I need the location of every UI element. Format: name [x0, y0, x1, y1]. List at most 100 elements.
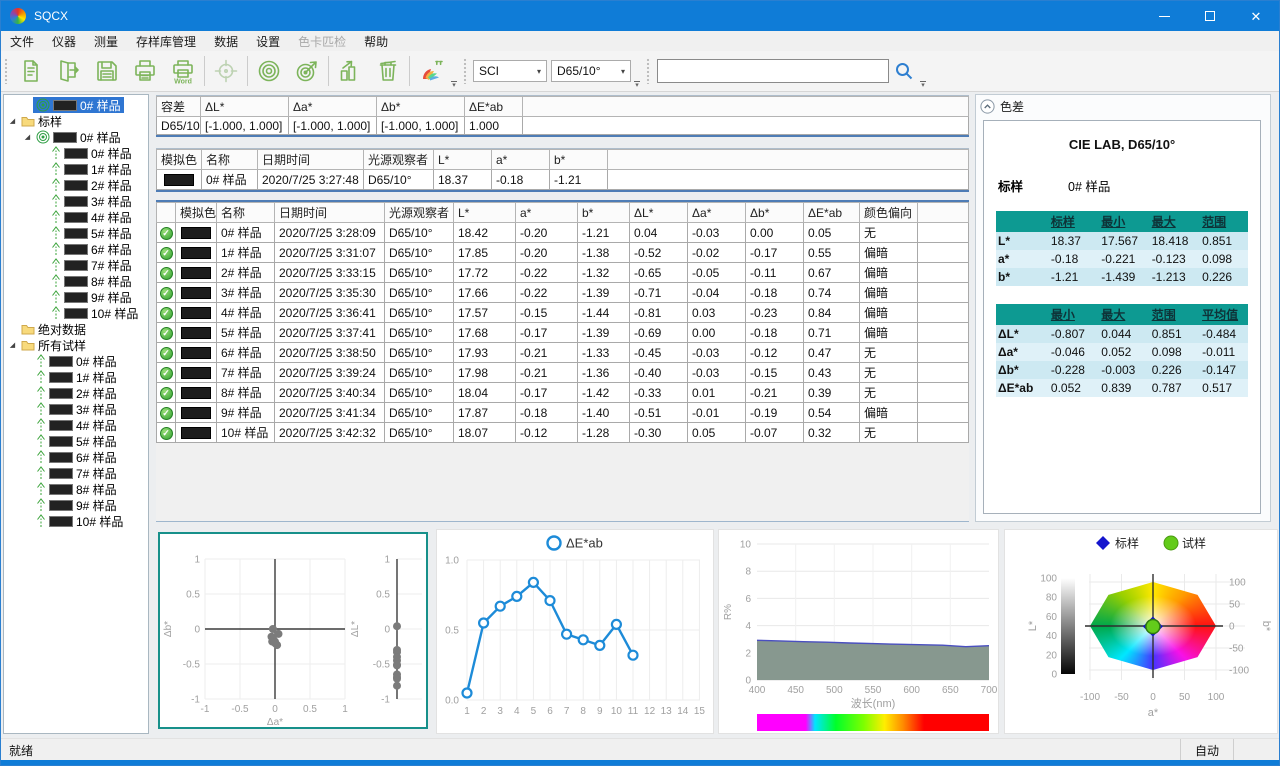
- menu-item-help[interactable]: 帮助: [355, 31, 397, 52]
- tree-item[interactable]: 0# 样品: [4, 145, 148, 161]
- toolbar-grip[interactable]: [646, 58, 651, 84]
- deltae-line-chart-panel[interactable]: ΔE*ab1234567891011121314150.00.51.0: [436, 529, 714, 734]
- maximize-button[interactable]: [1187, 1, 1233, 31]
- tree-item[interactable]: ◢标样: [4, 113, 148, 129]
- sample-table-block: 模拟色名称日期时间光源观察者L*a*b*ΔL*Δa*Δb*ΔE*ab颜色偏向✓0…: [156, 200, 969, 522]
- target-arrow-icon: [294, 58, 320, 84]
- collapse-panel-icon[interactable]: [980, 99, 995, 114]
- tree-item[interactable]: 10# 样品: [4, 305, 148, 321]
- datetime-cell: 2020/7/25 3:38:50: [275, 343, 385, 363]
- tree-item[interactable]: 8# 样品: [4, 273, 148, 289]
- tree-item[interactable]: 7# 样品: [4, 465, 148, 481]
- tree-expander-icon[interactable]: ◢: [7, 341, 18, 349]
- menu-item-file[interactable]: 文件: [1, 31, 43, 52]
- menu-item-settings[interactable]: 设置: [247, 31, 289, 52]
- sample-row[interactable]: ✓6# 样品2020/7/25 3:38:50D65/10°17.93-0.21…: [157, 343, 969, 363]
- minimize-button[interactable]: [1141, 1, 1187, 31]
- tree-item[interactable]: 7# 样品: [4, 257, 148, 273]
- L-cell: 17.98: [454, 363, 516, 383]
- measure-sample-button[interactable]: [288, 53, 326, 90]
- tree-item[interactable]: 3# 样品: [4, 193, 148, 209]
- color-match-button[interactable]: [412, 53, 450, 90]
- search-input[interactable]: [657, 59, 889, 83]
- toolbar-grip[interactable]: [4, 58, 9, 84]
- print-word-button[interactable]: Word: [164, 53, 202, 90]
- tree-item[interactable]: ◢0# 样品: [4, 129, 148, 145]
- sample-row[interactable]: ✓0# 样品2020/7/25 3:28:09D65/10°18.42-0.20…: [157, 223, 969, 243]
- tree-item[interactable]: 4# 样品: [4, 417, 148, 433]
- tree-item[interactable]: 0# 样品: [4, 353, 148, 369]
- sample-row[interactable]: ✓2# 样品2020/7/25 3:33:15D65/10°17.72-0.22…: [157, 263, 969, 283]
- menu-item-sample-library[interactable]: 存样库管理: [127, 31, 205, 52]
- stat-value: -0.046: [1049, 343, 1099, 361]
- svg-text:6: 6: [547, 706, 553, 717]
- svg-text:8: 8: [745, 567, 751, 578]
- check-icon: ✓: [160, 327, 173, 340]
- menu-item-measure[interactable]: 测量: [85, 31, 127, 52]
- report-chart-button[interactable]: [331, 53, 369, 90]
- scatter-chart-panel[interactable]: -1-1-0.5-0.5000.50.511Δb*Δa*-1-0.500.51Δ…: [158, 532, 428, 729]
- sample-row[interactable]: ✓5# 样品2020/7/25 3:37:41D65/10°17.68-0.17…: [157, 323, 969, 343]
- tree-item[interactable]: 10# 样品: [4, 513, 148, 529]
- sample-row[interactable]: ✓10# 样品2020/7/25 3:42:32D65/10°18.07-0.1…: [157, 423, 969, 443]
- tree-item[interactable]: 5# 样品: [4, 433, 148, 449]
- reflectance-chart-panel[interactable]: 0246810400450500550600650700R%波长(nm): [718, 529, 999, 734]
- tree-item[interactable]: 2# 样品: [4, 177, 148, 193]
- illuminant-select[interactable]: D65/10°▾: [551, 60, 631, 82]
- new-button[interactable]: [12, 53, 50, 90]
- tree-item[interactable]: 2# 样品: [4, 385, 148, 401]
- tree-item[interactable]: ◢所有试样: [4, 337, 148, 353]
- datetime-cell: 2020/7/25 3:35:30: [275, 283, 385, 303]
- menu-item-instrument[interactable]: 仪器: [43, 31, 85, 52]
- sample-row[interactable]: ✓4# 样品2020/7/25 3:36:41D65/10°17.57-0.15…: [157, 303, 969, 323]
- sample-row[interactable]: ✓1# 样品2020/7/25 3:31:07D65/10°17.85-0.20…: [157, 243, 969, 263]
- illuminant-cell: D65/10°: [385, 223, 454, 243]
- tree-item[interactable]: 6# 样品: [4, 449, 148, 465]
- tree-item[interactable]: 0# 样品: [4, 97, 148, 113]
- print-button[interactable]: [126, 53, 164, 90]
- delete-button[interactable]: [369, 53, 407, 90]
- tree-item[interactable]: 4# 样品: [4, 209, 148, 225]
- tree-item[interactable]: 5# 样品: [4, 225, 148, 241]
- toolbar-overflow-icon[interactable]: ▾: [451, 81, 457, 88]
- tree-item[interactable]: 1# 样品: [4, 369, 148, 385]
- color-difference-report: CIE LAB, D65/10° 标样 0# 样品 标样最小最大范围L*18.3…: [983, 120, 1261, 514]
- name-cell: 1# 样品: [217, 243, 275, 263]
- close-button[interactable]: ✕: [1233, 1, 1279, 31]
- menu-item-data[interactable]: 数据: [205, 31, 247, 52]
- toolbar-grip[interactable]: [463, 58, 468, 84]
- tree-item[interactable]: 绝对数据: [4, 321, 148, 337]
- tree-item[interactable]: 1# 样品: [4, 161, 148, 177]
- tree-item[interactable]: 9# 样品: [4, 497, 148, 513]
- svg-text:6: 6: [745, 594, 751, 605]
- gamut-chart-panel[interactable]: 020406080100L*标样试样-100-50050100a*-100-50…: [1004, 529, 1278, 734]
- sample-row[interactable]: ✓7# 样品2020/7/25 3:39:24D65/10°17.98-0.21…: [157, 363, 969, 383]
- tree-item[interactable]: 6# 样品: [4, 241, 148, 257]
- folder-icon: [21, 339, 35, 351]
- illuminant-cell: D65/10°: [385, 363, 454, 383]
- tree-expander-icon[interactable]: ◢: [22, 133, 33, 141]
- sci-mode-select[interactable]: SCI▾: [473, 60, 547, 82]
- export-button[interactable]: [50, 53, 88, 90]
- measure-standard-button[interactable]: [250, 53, 288, 90]
- tree-item[interactable]: 8# 样品: [4, 481, 148, 497]
- sample-row[interactable]: ✓9# 样品2020/7/25 3:41:34D65/10°17.87-0.18…: [157, 403, 969, 423]
- tree-item[interactable]: 9# 样品: [4, 289, 148, 305]
- auto-button[interactable]: 自动: [1180, 739, 1233, 762]
- sample-row[interactable]: ✓3# 样品2020/7/25 3:35:30D65/10°17.66-0.22…: [157, 283, 969, 303]
- search-button[interactable]: [889, 57, 919, 85]
- svg-text:1: 1: [464, 706, 470, 717]
- toolbar-overflow-icon[interactable]: ▾: [634, 81, 640, 88]
- tree-item-label: 6# 样品: [76, 449, 117, 466]
- tree-item[interactable]: 3# 样品: [4, 401, 148, 417]
- check-icon: ✓: [160, 427, 173, 440]
- check-icon: ✓: [160, 247, 173, 260]
- toolbar-overflow-icon[interactable]: ▾: [920, 81, 926, 88]
- save-button[interactable]: [88, 53, 126, 90]
- tree-expander-icon[interactable]: ◢: [7, 117, 18, 125]
- b-cell: -1.44: [578, 303, 630, 323]
- standard-row[interactable]: 0# 样品2020/7/25 3:27:48D65/10°18.37-0.18-…: [157, 170, 969, 190]
- tolerance-row[interactable]: D65/10°[-1.000, 1.000][-1.000, 1.000][-1…: [157, 117, 969, 135]
- sample-row[interactable]: ✓8# 样品2020/7/25 3:40:34D65/10°18.04-0.17…: [157, 383, 969, 403]
- tolerance-value: [-1.000, 1.000]: [201, 117, 289, 135]
